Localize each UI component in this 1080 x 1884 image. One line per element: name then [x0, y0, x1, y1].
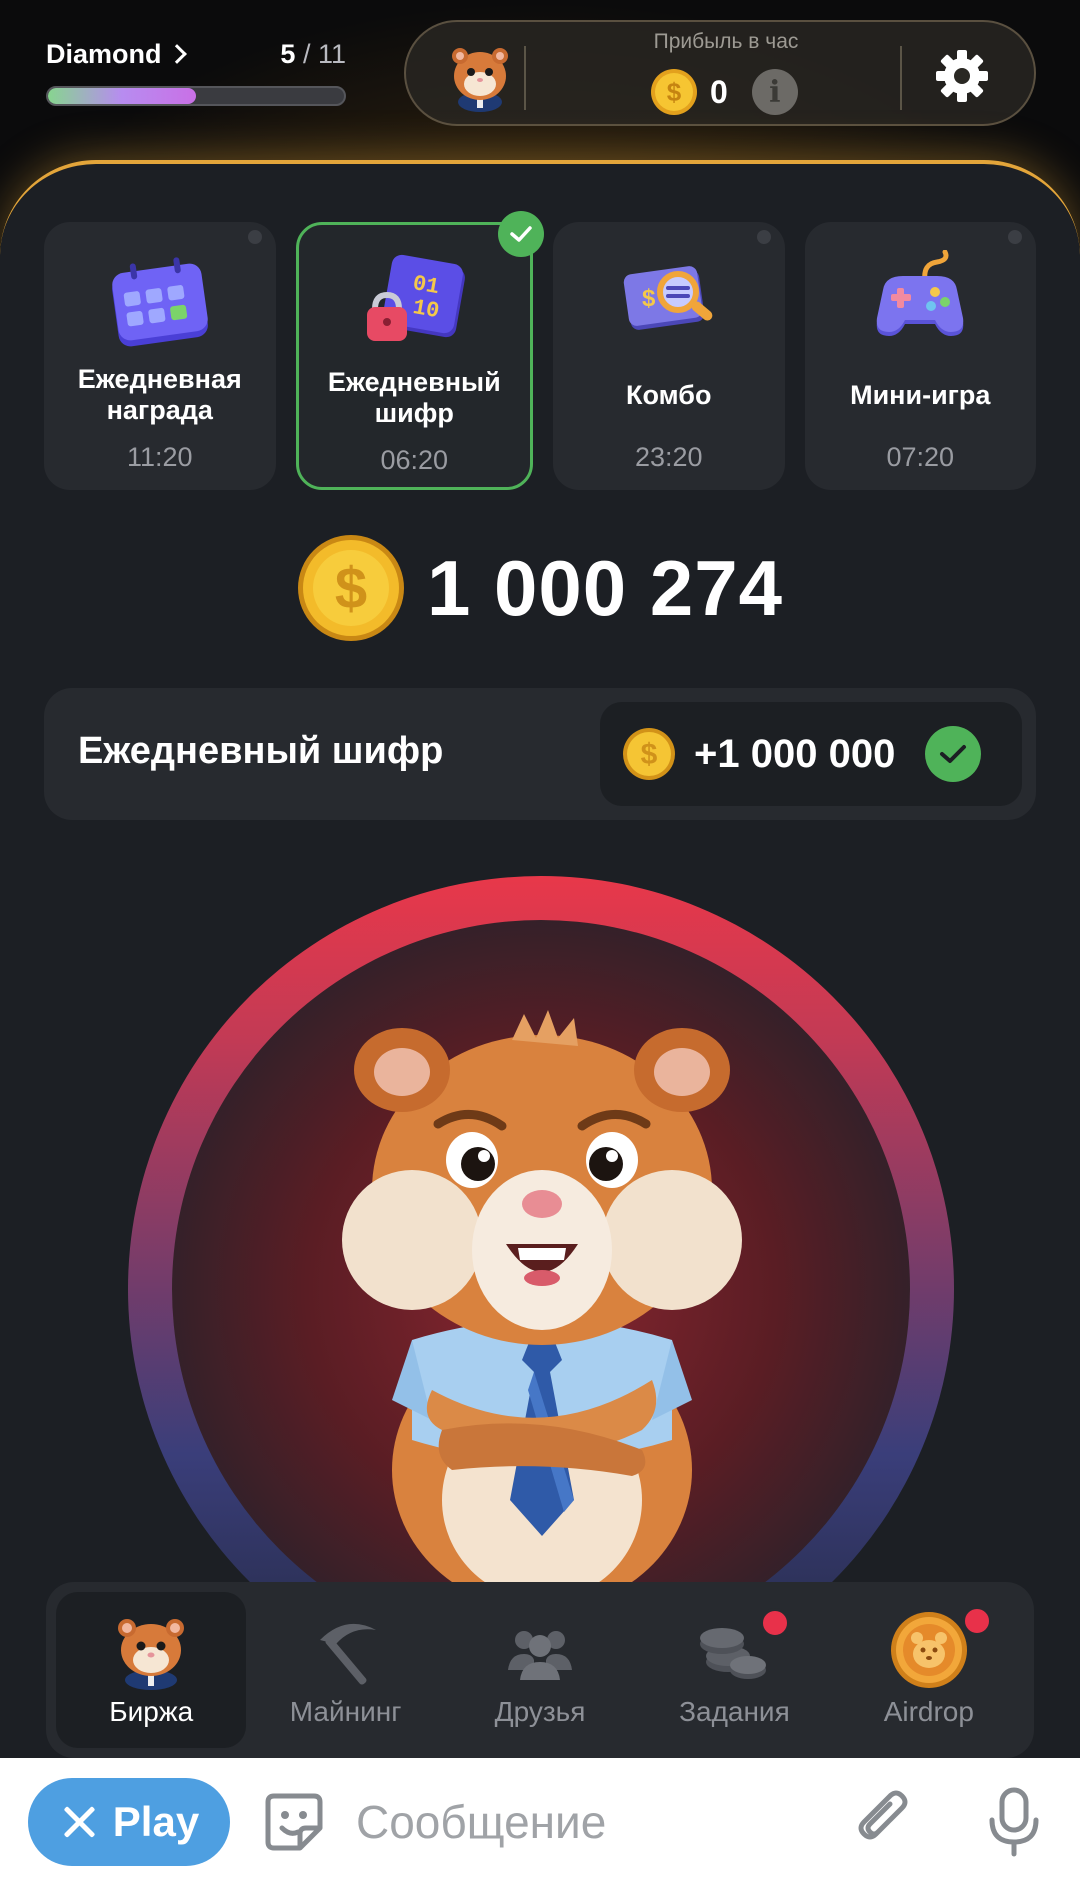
divider — [524, 46, 526, 110]
daily-cipher-card[interactable]: 01 10 Ежедневный шифр 06:20 — [295, 211, 544, 490]
notification-badge — [962, 1606, 993, 1636]
balance-value: 1 000 274 — [426, 543, 783, 632]
status-dot — [1008, 230, 1022, 244]
mini-game-timer: 07:20 — [886, 442, 955, 472]
profit-value: 0 — [710, 73, 728, 110]
level-progress-fill — [48, 88, 196, 104]
daily-cipher-label: Ежедневный шифр — [327, 367, 501, 428]
balance-row: $ 1 000 274 — [0, 534, 1080, 642]
daily-cipher-banner[interactable]: Ежедневный шифр $ +1 000 000 — [44, 688, 1036, 820]
coin-icon: $ — [651, 69, 697, 115]
telegram-input-bar: Play — [0, 1758, 1080, 1884]
level-block[interactable]: Diamond 5 / 11 — [46, 36, 346, 106]
cipher-reward-amount: +1 000 000 — [694, 731, 896, 776]
bottom-nav: Биржа Майнинг Друзья Задания Airdrop — [46, 1582, 1034, 1758]
hamster-tap-area[interactable] — [172, 920, 910, 1658]
gear-icon[interactable] — [934, 48, 990, 104]
play-label: Play — [112, 1798, 200, 1845]
level-progress-bar — [46, 86, 346, 106]
sticker-icon[interactable] — [262, 1790, 326, 1854]
divider — [900, 46, 902, 110]
svg-text:$: $ — [642, 285, 656, 312]
coin-icon: $ — [297, 535, 404, 641]
cipher-lock-icon: 01 10 — [367, 254, 466, 341]
daily-reward-timer: 11:20 — [126, 442, 193, 472]
mini-game-card[interactable]: Мини-игра 07:20 — [804, 222, 1036, 490]
nav-label: Биржа — [109, 1696, 194, 1727]
combo-card[interactable]: $ Комбо 23:20 — [553, 222, 785, 490]
daily-tasks-row: Ежедневная награда 11:20 01 10 Ежедневны… — [44, 211, 1036, 490]
combo-search-icon: $ — [623, 266, 713, 330]
gamepad-icon — [877, 250, 964, 336]
combo-timer: 23:20 — [634, 442, 703, 472]
hamster-avatar-icon[interactable] — [444, 40, 516, 112]
attach-icon[interactable] — [850, 1788, 916, 1854]
mini-game-label: Мини-игра — [850, 379, 991, 410]
daily-reward-card[interactable]: Ежедневная награда 11:20 — [44, 222, 276, 490]
info-icon[interactable]: i — [751, 69, 798, 115]
level-total: / 11 — [302, 38, 346, 69]
status-dot — [756, 230, 771, 244]
play-close-button[interactable]: Play — [28, 1778, 230, 1866]
nav-airdrop[interactable]: Airdrop — [834, 1592, 1024, 1748]
coin-icon: $ — [623, 728, 675, 780]
level-name-link[interactable]: Diamond — [46, 38, 187, 70]
chevron-right-icon — [166, 44, 187, 64]
nav-label: Друзья — [494, 1696, 586, 1727]
nav-label: Майнинг — [289, 1696, 402, 1727]
daily-cipher-timer: 06:20 — [380, 445, 449, 475]
hamster-icon — [118, 1619, 185, 1690]
nav-exchange[interactable]: Биржа — [56, 1592, 247, 1748]
hamster-character-icon[interactable] — [292, 980, 792, 1620]
checkmark-icon — [498, 211, 544, 257]
checkmark-icon — [925, 726, 982, 782]
message-input[interactable] — [356, 1792, 816, 1852]
profit-panel: Прибыль в час $ 0 i — [404, 20, 1036, 126]
cipher-title: Ежедневный шифр — [78, 730, 444, 772]
profit-label: Прибыль в час — [653, 30, 799, 53]
status-dot — [247, 230, 262, 244]
nav-label: Задания — [679, 1696, 790, 1727]
svg-text:$: $ — [335, 556, 367, 621]
pickaxe-icon — [319, 1623, 376, 1685]
notification-badge — [759, 1608, 790, 1638]
nav-mining[interactable]: Майнинг — [250, 1592, 440, 1748]
nav-label: Airdrop — [883, 1696, 974, 1727]
level-count: 5 / 11 — [280, 39, 346, 70]
airdrop-coin-icon — [890, 1612, 967, 1688]
microphone-icon[interactable] — [984, 1786, 1044, 1858]
calendar-icon — [111, 257, 208, 347]
cipher-reward: $ +1 000 000 — [600, 702, 1022, 806]
level-current: 5 — [280, 38, 296, 69]
svg-text:$: $ — [667, 77, 682, 107]
friends-icon — [508, 1631, 573, 1680]
level-name: Diamond — [46, 38, 162, 69]
hamster-tap-ring[interactable] — [128, 876, 954, 1702]
close-icon — [59, 1802, 99, 1842]
profit-row: $ 0 i — [650, 68, 798, 116]
combo-label: Комбо — [626, 379, 712, 410]
nav-friends[interactable]: Друзья — [445, 1592, 635, 1748]
nav-tasks[interactable]: Задания — [639, 1592, 829, 1748]
svg-text:10: 10 — [411, 295, 441, 324]
daily-reward-label: Ежедневная награда — [77, 364, 242, 425]
svg-text:$: $ — [641, 738, 658, 771]
